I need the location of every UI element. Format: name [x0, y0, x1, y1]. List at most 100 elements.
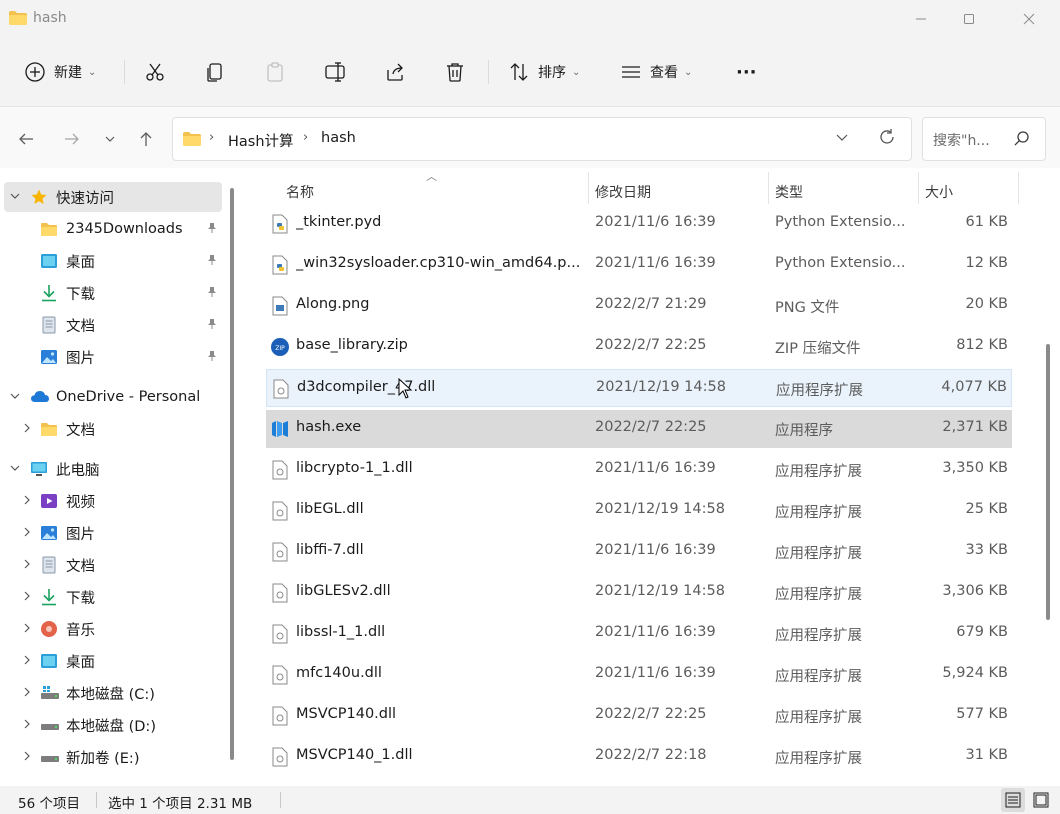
sidebar-item[interactable]: 视频	[4, 486, 222, 516]
up-button[interactable]	[134, 127, 158, 151]
file-row[interactable]: libEGL.dll 2021/12/19 14:58 应用程序扩展 25 KB	[266, 492, 1012, 530]
file-row[interactable]: d3dcompiler_47.dll 2021/12/19 14:58 应用程序扩展…	[266, 369, 1012, 407]
forward-button[interactable]	[60, 127, 84, 151]
chevron-down-icon[interactable]	[8, 390, 22, 405]
python-file-icon	[270, 214, 290, 234]
minimize-button[interactable]	[898, 0, 944, 38]
paste-button[interactable]	[264, 56, 286, 88]
refresh-button[interactable]	[877, 127, 897, 152]
sort-button[interactable]: 排序 ⌄	[508, 56, 580, 88]
details-view-button[interactable]	[1001, 788, 1025, 812]
column-divider[interactable]	[588, 172, 589, 204]
sidebar-scrollbar[interactable]	[230, 188, 234, 760]
close-button[interactable]	[1006, 0, 1052, 38]
sidebar-item[interactable]: 本地磁盘 (C:)	[4, 678, 222, 708]
view-button[interactable]: 查看 ⌄	[620, 56, 692, 88]
scissors-icon	[146, 63, 164, 81]
mouse-cursor-icon	[398, 377, 414, 400]
new-button[interactable]: 新建 ⌄	[24, 56, 96, 88]
sidebar-item[interactable]: 文档	[4, 550, 222, 580]
sidebar-item[interactable]: 图片	[4, 342, 222, 372]
column-header-type[interactable]: 类型	[775, 178, 803, 206]
sidebar-item[interactable]: 本地磁盘 (D:)	[4, 710, 222, 740]
address-bar[interactable]: › Hash计算 › hash	[172, 117, 912, 161]
pin-icon	[206, 254, 218, 269]
tiles-view-button[interactable]	[1029, 788, 1053, 812]
sidebar-item[interactable]: 桌面	[4, 246, 222, 276]
more-icon: ···	[736, 61, 757, 83]
chevron-right-icon[interactable]	[20, 422, 34, 437]
file-type: 应用程序扩展	[775, 505, 862, 521]
exe-file-icon	[270, 419, 290, 439]
file-row[interactable]: Along.png 2022/2/7 21:29 PNG 文件 20 KB	[266, 287, 1012, 325]
column-divider[interactable]	[768, 172, 769, 204]
file-size: 31 KB	[965, 747, 1008, 763]
sidebar-item-label: 2345Downloads	[66, 221, 183, 237]
document-icon	[40, 316, 58, 334]
search-input[interactable]: 搜索"h...	[922, 117, 1046, 161]
file-name: Along.png	[296, 296, 370, 312]
sidebar-item[interactable]: 此电脑	[4, 454, 222, 484]
copy-button[interactable]	[204, 56, 226, 88]
share-button[interactable]	[384, 56, 406, 88]
chevron-down-icon[interactable]	[8, 190, 22, 205]
sidebar-item[interactable]: 下载	[4, 582, 222, 612]
chevron-right-icon[interactable]	[20, 654, 34, 669]
chevron-right-icon[interactable]	[20, 590, 34, 605]
recent-locations-button[interactable]	[98, 127, 122, 151]
column-divider[interactable]	[1018, 172, 1019, 204]
back-button[interactable]	[14, 127, 38, 151]
file-row[interactable]: ZIP base_library.zip 2022/2/7 22:25 ZIP 压缩文…	[266, 328, 1012, 366]
file-row[interactable]: _win32sysloader.cp310-win_amd64.p... 2021…	[266, 246, 1012, 284]
file-row[interactable]: hash.exe 2022/2/7 22:25 应用程序 2,371 KB	[266, 410, 1012, 448]
file-size: 679 KB	[956, 624, 1008, 640]
dll-file-icon	[270, 747, 290, 767]
sidebar-item[interactable]: 桌面	[4, 646, 222, 676]
sidebar-item[interactable]: 图片	[4, 518, 222, 548]
cut-button[interactable]	[144, 56, 166, 88]
column-header-size[interactable]: 大小	[925, 178, 953, 206]
column-divider[interactable]	[918, 172, 919, 204]
chevron-right-icon[interactable]	[20, 526, 34, 541]
arrow-left-icon	[19, 133, 33, 145]
chevron-right-icon[interactable]	[20, 750, 34, 765]
file-size: 3,350 KB	[942, 460, 1008, 476]
delete-button[interactable]	[444, 56, 466, 88]
sidebar-item[interactable]: 下载	[4, 278, 222, 308]
sidebar-item[interactable]: 快速访问	[4, 182, 222, 212]
chevron-right-icon[interactable]	[20, 622, 34, 637]
sidebar-item[interactable]: 2345Downloads	[4, 214, 222, 244]
file-name: libssl-1_1.dll	[296, 624, 386, 640]
breadcrumb-item[interactable]: Hash计算	[228, 130, 294, 151]
sidebar-item[interactable]: 文档	[4, 310, 222, 340]
file-row[interactable]: libffi-7.dll 2021/11/6 16:39 应用程序扩展 33 KB	[266, 533, 1012, 571]
more-button[interactable]: ···	[736, 56, 757, 88]
folder-icon	[40, 420, 58, 438]
file-row[interactable]: _tkinter.pyd 2021/11/6 16:39 Python Extens…	[266, 205, 1012, 243]
breadcrumb-item[interactable]: hash	[321, 130, 356, 146]
file-row[interactable]: MSVCP140_1.dll 2022/2/7 22:18 应用程序扩展 31 KB	[266, 738, 1012, 776]
file-row[interactable]: mfc140u.dll 2021/11/6 16:39 应用程序扩展 5,924 KB	[266, 656, 1012, 694]
column-header-date[interactable]: 修改日期	[595, 178, 651, 206]
chevron-right-icon[interactable]	[20, 494, 34, 509]
address-history-button[interactable]	[835, 130, 849, 147]
file-size: 33 KB	[965, 542, 1008, 558]
file-row[interactable]: libcrypto-1_1.dll 2021/11/6 16:39 应用程序扩展 3,…	[266, 451, 1012, 489]
sidebar-item[interactable]: 新加卷 (E:)	[4, 742, 222, 772]
sidebar-item[interactable]: 文档	[4, 414, 222, 444]
chevron-right-icon[interactable]	[20, 558, 34, 573]
chevron-right-icon[interactable]	[20, 718, 34, 733]
rename-button[interactable]	[324, 56, 348, 88]
sidebar-item[interactable]: 音乐	[4, 614, 222, 644]
maximize-button[interactable]	[946, 0, 992, 38]
file-row[interactable]: MSVCP140.dll 2022/2/7 22:25 应用程序扩展 577 KB	[266, 697, 1012, 735]
chevron-right-icon[interactable]	[20, 686, 34, 701]
sidebar-item[interactable]: OneDrive - Personal	[4, 382, 222, 412]
file-row[interactable]: libGLESv2.dll 2021/12/19 14:58 应用程序扩展 3,306…	[266, 574, 1012, 612]
file-type: 应用程序扩展	[775, 587, 862, 603]
file-list-scrollbar[interactable]	[1046, 344, 1050, 620]
chevron-down-icon[interactable]	[8, 462, 22, 477]
file-row[interactable]: libssl-1_1.dll 2021/11/6 16:39 应用程序扩展 679 K…	[266, 615, 1012, 653]
column-header-name[interactable]: 名称	[286, 178, 314, 206]
copy-icon	[207, 63, 222, 82]
